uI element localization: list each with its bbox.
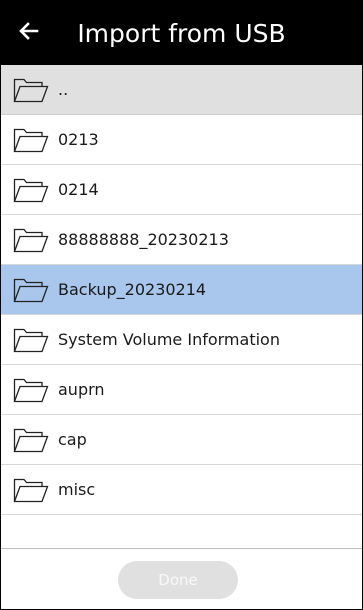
folder-label: auprn — [58, 380, 105, 399]
folder-icon — [13, 128, 49, 152]
folder-label: System Volume Information — [58, 330, 280, 349]
folder-label: cap — [58, 430, 87, 449]
folder-row[interactable]: cap — [1, 415, 362, 465]
header-bar: Import from USB — [1, 1, 362, 65]
folder-row[interactable]: 0213 — [1, 115, 362, 165]
footer-bar: Done — [1, 548, 362, 609]
folder-label: misc — [58, 480, 96, 499]
folder-row[interactable]: System Volume Information — [1, 315, 362, 365]
folder-label: 0214 — [58, 180, 99, 199]
done-button[interactable]: Done — [118, 561, 238, 599]
folder-label: 0213 — [58, 130, 99, 149]
folder-row[interactable]: misc — [1, 465, 362, 515]
folder-icon — [13, 78, 49, 102]
folder-icon — [13, 278, 49, 302]
folder-row-parent[interactable]: .. — [1, 65, 362, 115]
folder-row[interactable]: 0214 — [1, 165, 362, 215]
folder-row[interactable]: auprn — [1, 365, 362, 415]
folder-icon — [13, 478, 49, 502]
folder-label: 88888888_20230213 — [58, 230, 229, 249]
folder-icon — [13, 178, 49, 202]
folder-icon — [13, 228, 49, 252]
folder-row[interactable]: 88888888_20230213 — [1, 215, 362, 265]
folder-icon — [13, 328, 49, 352]
folder-icon — [13, 378, 49, 402]
page-title: Import from USB — [77, 18, 286, 48]
import-dialog: Import from USB .. 0213 0214 88888888_20… — [0, 0, 363, 610]
folder-list[interactable]: .. 0213 0214 88888888_20230213 Backup_20… — [1, 65, 362, 515]
folder-label: .. — [58, 80, 69, 99]
arrow-left-icon[interactable] — [17, 19, 41, 43]
folder-label: Backup_20230214 — [58, 280, 207, 299]
folder-icon — [13, 428, 49, 452]
folder-row-selected[interactable]: Backup_20230214 — [1, 265, 362, 315]
